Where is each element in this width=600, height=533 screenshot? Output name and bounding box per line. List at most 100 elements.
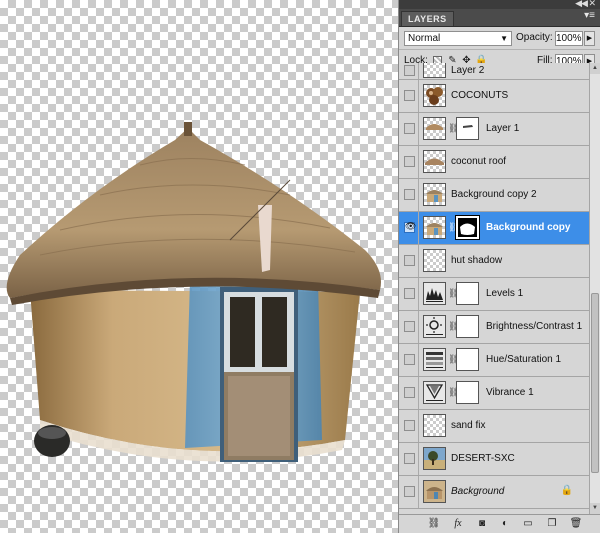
layer-thumbnail [423, 249, 446, 272]
row-divider [418, 212, 419, 244]
row-divider [418, 245, 419, 277]
lock-icon: 🔒 [560, 485, 573, 496]
layer-name: hut shadow [451, 255, 503, 266]
layer-name: Hue/Saturation 1 [486, 354, 562, 365]
layer-style-fx-icon[interactable]: fx [451, 518, 465, 530]
link-icon[interactable]: ⛓ [448, 222, 459, 233]
layer-row-sand-fix[interactable]: sand fix [399, 410, 589, 443]
mask-image [463, 125, 473, 128]
layer-name: Brightness/Contrast 1 [486, 321, 583, 332]
layer-row-vibrance-1[interactable]: ⛓ Vibrance 1 [399, 377, 589, 410]
visibility-toggle[interactable] [404, 156, 415, 167]
panel-menu-icon[interactable]: ▾≡ [584, 10, 595, 21]
visibility-toggle[interactable] [404, 255, 415, 266]
hut-thumbnail-image [424, 481, 445, 502]
row-divider [418, 80, 419, 112]
layer-row-background[interactable]: Background 🔒 [399, 476, 589, 509]
blend-mode-select[interactable]: Normal ▼ [404, 31, 512, 46]
hue-bars-icon [426, 352, 443, 368]
new-layer-icon[interactable]: ❐ [545, 518, 559, 530]
opacity-label: Opacity: [516, 32, 553, 43]
link-icon[interactable]: ⛓ [448, 387, 459, 398]
vibrance-triangle-icon [425, 384, 444, 401]
blend-opacity-row: Normal ▼ Opacity: 100% ▶ [399, 27, 600, 50]
layer-thumbnail [423, 447, 446, 470]
layer-mask-thumbnail[interactable] [456, 117, 479, 140]
row-divider [418, 410, 419, 442]
opacity-input[interactable]: 100% [555, 31, 583, 46]
layer-name: Layer 2 [451, 65, 485, 76]
hue-saturation-adjustment-icon [423, 348, 446, 371]
visibility-toggle[interactable] [404, 65, 415, 76]
desert-thumbnail-image [424, 448, 445, 469]
document-canvas[interactable] [0, 0, 398, 533]
layer-name: Vibrance 1 [486, 387, 534, 398]
scroll-down-arrow-icon[interactable]: ▼ [590, 503, 600, 514]
row-divider [418, 179, 419, 211]
layer-row-coconuts[interactable]: COCONUTS [399, 80, 589, 113]
layer-row-desert-sxc[interactable]: DESERT-SXC [399, 443, 589, 476]
layer-mask-thumbnail[interactable] [456, 315, 479, 338]
layer-thumbnail [423, 183, 446, 206]
tab-layers[interactable]: LAYERS [401, 11, 454, 26]
link-icon[interactable]: ⛓ [448, 321, 459, 332]
layer-thumbnail [423, 216, 446, 239]
layer-row-hut-shadow[interactable]: hut shadow [399, 245, 589, 278]
visibility-toggle[interactable] [404, 453, 415, 464]
layer-row-background-copy-2[interactable]: Background copy 2 [399, 179, 589, 212]
layer-name: DESERT-SXC [451, 453, 515, 464]
layer-row-levels-1[interactable]: ⛓ Levels 1 [399, 278, 589, 311]
visibility-toggle[interactable] [404, 486, 415, 497]
layer-list: Layer 2 COCONUTS ⛓ Layer 1 coconut roof … [399, 63, 589, 514]
layer-thumbnail [423, 480, 446, 503]
layer-name: coconut roof [451, 156, 507, 167]
link-icon[interactable]: ⛓ [448, 123, 459, 134]
layer-name: Background copy [486, 222, 571, 233]
roof-thumbnail-image [426, 124, 443, 130]
new-group-folder-icon[interactable]: ▭ [521, 518, 535, 530]
coconuts-thumbnail-image [426, 87, 443, 105]
row-divider [418, 311, 419, 343]
layer-row-background-copy[interactable]: 👁 ⛓ Background copy [399, 212, 589, 245]
scroll-up-arrow-icon[interactable]: ▲ [590, 63, 600, 74]
visibility-toggle[interactable] [404, 387, 415, 398]
layer-mask-thumbnail[interactable] [456, 348, 479, 371]
trash-icon[interactable]: 🗑 [569, 518, 583, 530]
layer-mask-thumbnail[interactable] [456, 282, 479, 305]
adjustment-layer-icon[interactable]: ◐ [498, 518, 512, 530]
layer-thumbnail [423, 63, 446, 78]
add-mask-icon[interactable]: ◙ [475, 518, 489, 530]
chevron-down-icon: ▼ [500, 34, 508, 43]
hut-thumbnail-image [426, 190, 443, 202]
layers-scrollbar[interactable]: ▲ ▼ [589, 63, 600, 514]
vibrance-adjustment-icon [423, 381, 446, 404]
link-icon[interactable]: ⛓ [448, 354, 459, 365]
layer-name: Layer 1 [486, 123, 520, 134]
visibility-toggle[interactable] [404, 189, 415, 200]
layer-row-brightness-contrast-1[interactable]: ⛓ Brightness/Contrast 1 [399, 311, 589, 344]
layer-row-coconut-roof[interactable]: coconut roof [399, 146, 589, 179]
link-layers-icon[interactable]: ⛓ [427, 518, 441, 530]
scrollbar-thumb[interactable] [591, 293, 599, 473]
eye-icon: 👁 [405, 221, 417, 231]
visibility-toggle[interactable] [404, 321, 415, 332]
visibility-toggle[interactable]: 👁 [404, 221, 417, 233]
layers-panel: ◀◀ ✕ LAYERS ▾≡ Normal ▼ Opacity: 100% ▶ … [398, 0, 600, 533]
row-divider [418, 476, 419, 508]
visibility-toggle[interactable] [404, 123, 415, 134]
opacity-slider-arrow-icon[interactable]: ▶ [584, 31, 595, 46]
link-icon[interactable]: ⛓ [448, 288, 459, 299]
visibility-toggle[interactable] [404, 354, 415, 365]
visibility-toggle[interactable] [404, 420, 415, 431]
layer-row-layer-1[interactable]: ⛓ Layer 1 [399, 113, 589, 146]
visibility-toggle[interactable] [404, 90, 415, 101]
layer-name: COCONUTS [451, 90, 509, 101]
row-divider [418, 344, 419, 376]
blend-mode-value: Normal [408, 33, 441, 44]
collapse-icon[interactable]: ◀◀ ✕ [575, 0, 596, 9]
layer-mask-thumbnail[interactable] [456, 381, 479, 404]
layer-row-hue-saturation-1[interactable]: ⛓ Hue/Saturation 1 [399, 344, 589, 377]
layer-row-layer-2[interactable]: Layer 2 [399, 63, 589, 80]
layer-mask-thumbnail[interactable] [455, 215, 480, 240]
visibility-toggle[interactable] [404, 288, 415, 299]
